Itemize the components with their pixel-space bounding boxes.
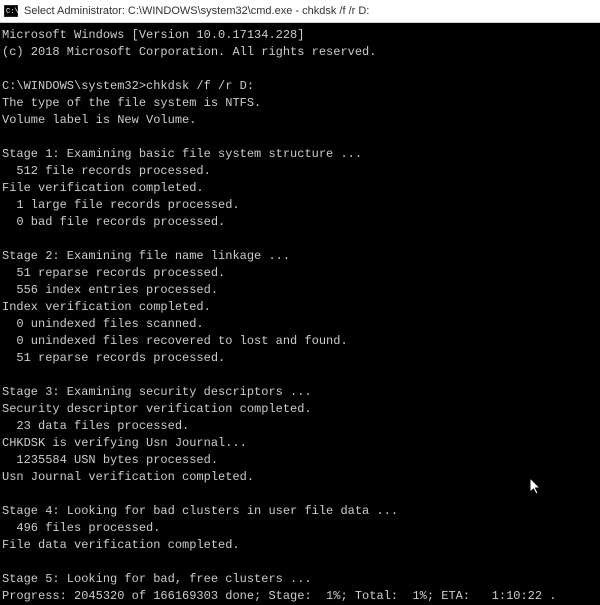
window-title: Select Administrator: C:\WINDOWS\system3… (24, 5, 369, 17)
stage5-progress: Progress: 2045320 of 166169303 done; Sta… (2, 589, 557, 603)
stage4-files: 496 files processed. (2, 521, 160, 535)
volume-label-line: Volume label is New Volume. (2, 113, 196, 127)
stage2-header: Stage 2: Examining file name linkage ... (2, 249, 290, 263)
stage3-usn-verify: Usn Journal verification completed. (2, 470, 254, 484)
stage3-verify: Security descriptor verification complet… (2, 402, 312, 416)
stage1-header: Stage 1: Examining basic file system str… (2, 147, 362, 161)
stage5-header: Stage 5: Looking for bad, free clusters … (2, 572, 312, 586)
stage2-index: 556 index entries processed. (2, 283, 218, 297)
cmd-icon: C:\ (4, 4, 18, 18)
mouse-cursor-icon (530, 478, 544, 498)
version-line: Microsoft Windows [Version 10.0.17134.22… (2, 28, 304, 42)
stage1-large: 1 large file records processed. (2, 198, 240, 212)
stage3-usn-verifying: CHKDSK is verifying Usn Journal... (2, 436, 247, 450)
stage3-header: Stage 3: Examining security descriptors … (2, 385, 312, 399)
stage1-records: 512 file records processed. (2, 164, 211, 178)
stage1-bad: 0 bad file records processed. (2, 215, 225, 229)
stage2-unindexed-recov: 0 unindexed files recovered to lost and … (2, 334, 348, 348)
stage2-reparse2: 51 reparse records processed. (2, 351, 225, 365)
stage4-header: Stage 4: Looking for bad clusters in use… (2, 504, 398, 518)
stage1-verify: File verification completed. (2, 181, 204, 195)
stage2-unindexed-scan: 0 unindexed files scanned. (2, 317, 204, 331)
window-titlebar[interactable]: C:\ Select Administrator: C:\WINDOWS\sys… (0, 0, 600, 23)
prompt-line: C:\WINDOWS\system32>chkdsk /f /r D: (2, 79, 254, 93)
fs-type-line: The type of the file system is NTFS. (2, 96, 261, 110)
stage3-data: 23 data files processed. (2, 419, 189, 433)
terminal-output[interactable]: Microsoft Windows [Version 10.0.17134.22… (0, 23, 600, 563)
stage2-reparse1: 51 reparse records processed. (2, 266, 225, 280)
stage2-verify: Index verification completed. (2, 300, 211, 314)
svg-text:C:\: C:\ (6, 8, 18, 16)
stage4-verify: File data verification completed. (2, 538, 240, 552)
copyright-line: (c) 2018 Microsoft Corporation. All righ… (2, 45, 376, 59)
stage3-usn-bytes: 1235584 USN bytes processed. (2, 453, 218, 467)
